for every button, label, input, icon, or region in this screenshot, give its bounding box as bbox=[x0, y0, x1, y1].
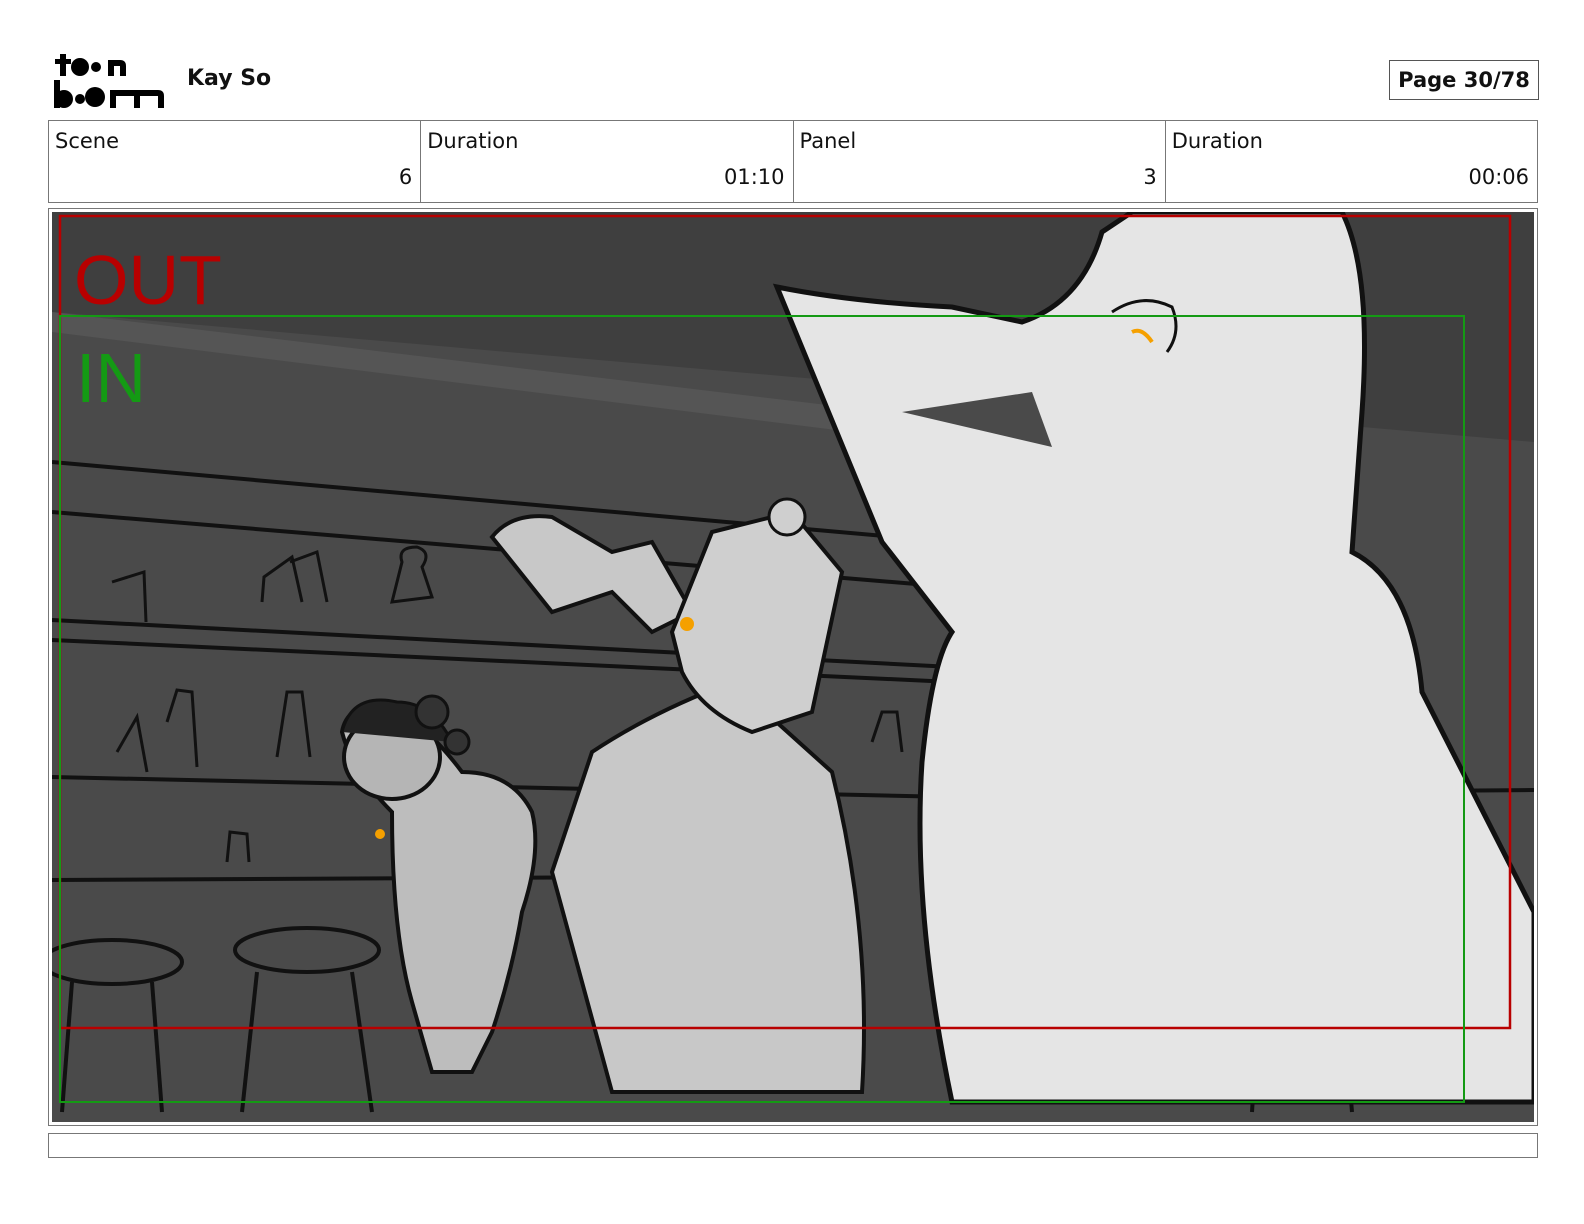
scene-duration-label: Duration bbox=[427, 129, 519, 153]
scene-value: 6 bbox=[398, 165, 413, 189]
scene-info-table: Scene 6 Duration 01:10 Panel 3 Duration … bbox=[48, 120, 1538, 203]
panel-value: 3 bbox=[1143, 165, 1157, 189]
scene-duration-cell: Duration 01:10 bbox=[421, 121, 794, 202]
panel-caption bbox=[48, 1133, 1538, 1158]
out-frame-label: OUT bbox=[74, 241, 222, 319]
panel-duration-cell: Duration 00:06 bbox=[1166, 121, 1537, 202]
panel-duration-value: 00:06 bbox=[1468, 165, 1529, 189]
panel-label: Panel bbox=[799, 129, 857, 153]
panel-cell: Panel 3 bbox=[794, 121, 1166, 202]
scene-label: Scene bbox=[55, 129, 120, 153]
storyboard-panel-drawing: OUT IN bbox=[52, 212, 1534, 1122]
panel-duration-label: Duration bbox=[1171, 129, 1263, 153]
scene-duration-value: 01:10 bbox=[723, 165, 785, 189]
in-frame-label: IN bbox=[76, 339, 146, 417]
project-name: Kay So bbox=[187, 66, 272, 91]
page-indicator: Page 30/78 bbox=[1389, 60, 1539, 100]
scene-cell: Scene 6 bbox=[49, 121, 422, 202]
toon-boom-logo bbox=[54, 54, 164, 108]
